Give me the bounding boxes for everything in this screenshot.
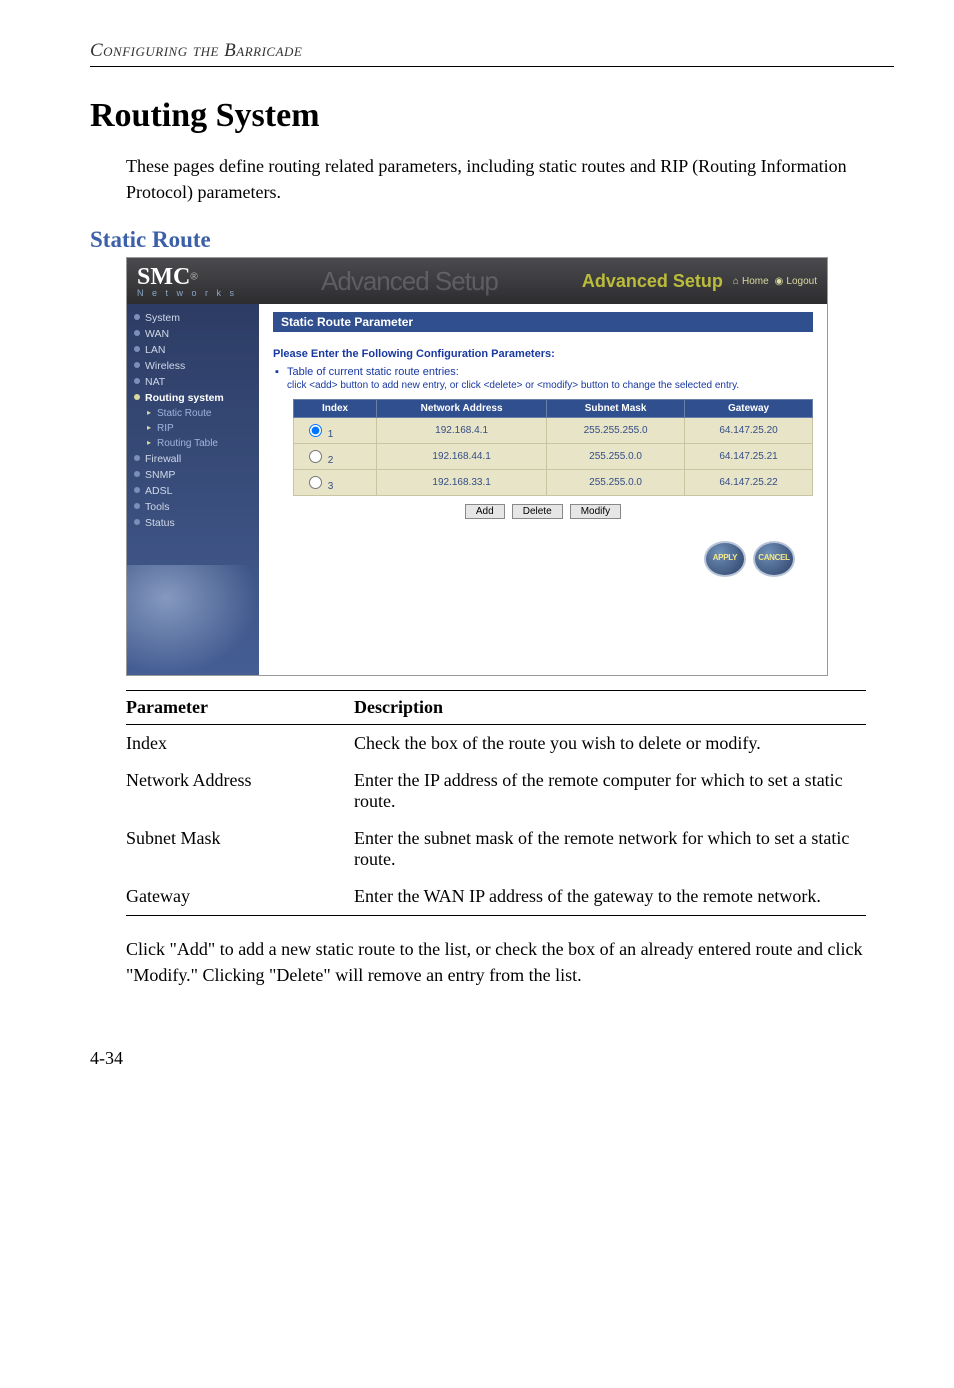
param-row: Gateway Enter the WAN IP address of the …: [126, 878, 866, 916]
content-panel: Static Route Parameter Please Enter the …: [259, 304, 827, 675]
cell-network: 192.168.33.1: [377, 470, 547, 496]
sidebar-sub-rip[interactable]: ▸RIP: [127, 421, 259, 436]
home-icon: ⌂: [733, 276, 739, 287]
sidebar-sub-routing-table[interactable]: ▸Routing Table: [127, 436, 259, 451]
config-prompt: Please Enter the Following Configuration…: [273, 348, 813, 360]
cell-gateway: 64.147.25.20: [685, 418, 813, 444]
sub-heading: Static Route: [90, 227, 894, 253]
parameter-table: Parameter Description Index Check the bo…: [126, 690, 866, 916]
brand-ghost-text: Advanced Setup: [321, 266, 498, 297]
param-desc: Enter the WAN IP address of the gateway …: [354, 878, 866, 916]
routes-table: Index Network Address Subnet Mask Gatewa…: [293, 399, 813, 496]
registered-icon: ®: [190, 271, 197, 282]
sidebar-item-status[interactable]: Status: [127, 515, 259, 531]
sidebar-item-wan[interactable]: WAN: [127, 326, 259, 342]
chevron-right-icon: ▸: [147, 438, 151, 447]
logo-text: SMC: [137, 264, 190, 290]
col-gateway: Gateway: [685, 400, 813, 418]
logo-subtext: N e t w o r k s: [137, 289, 237, 298]
col-subnet-mask: Subnet Mask: [547, 400, 685, 418]
closing-paragraph: Click "Add" to add a new static route to…: [126, 936, 894, 988]
sidebar-item-snmp[interactable]: SNMP: [127, 467, 259, 483]
cell-mask: 255.255.0.0: [547, 470, 685, 496]
sidebar-item-tools[interactable]: Tools: [127, 499, 259, 515]
sidebar: System WAN LAN Wireless NAT Routing syst…: [127, 304, 259, 675]
modify-button[interactable]: Modify: [570, 504, 621, 519]
sidebar-decorative-image: [127, 565, 259, 675]
header-rule: [90, 66, 894, 67]
param-name: Gateway: [126, 878, 354, 916]
cell-network: 192.168.44.1: [377, 444, 547, 470]
sidebar-item-adsl[interactable]: ADSL: [127, 483, 259, 499]
table-caption: Table of current static route entries:: [287, 366, 813, 378]
router-screenshot: SMC® N e t w o r k s Advanced Setup Adva…: [126, 257, 828, 676]
param-desc: Enter the subnet mask of the remote netw…: [354, 820, 866, 878]
sidebar-sub-static-route[interactable]: ▸Static Route: [127, 406, 259, 421]
sidebar-item-wireless[interactable]: Wireless: [127, 358, 259, 374]
route-select-radio[interactable]: [309, 476, 322, 489]
advanced-setup-label: Advanced Setup: [582, 271, 723, 292]
logout-icon: ◉: [775, 276, 784, 287]
table-row: 1 192.168.4.1 255.255.255.0 64.147.25.20: [294, 418, 813, 444]
delete-button[interactable]: Delete: [512, 504, 563, 519]
running-header: Configuring the Barricade: [90, 40, 894, 62]
cell-gateway: 64.147.25.22: [685, 470, 813, 496]
sidebar-item-nat[interactable]: NAT: [127, 374, 259, 390]
desc-header: Description: [354, 691, 866, 725]
chevron-right-icon: ▸: [147, 423, 151, 432]
sidebar-item-routing-system[interactable]: Routing system: [127, 390, 259, 406]
intro-paragraph: These pages define routing related param…: [126, 153, 894, 205]
cell-mask: 255.255.255.0: [547, 418, 685, 444]
sidebar-item-system[interactable]: System: [127, 310, 259, 326]
logo: SMC® N e t w o r k s: [137, 265, 237, 298]
apply-button[interactable]: APPLY: [704, 541, 746, 577]
table-row: 2 192.168.44.1 255.255.0.0 64.147.25.21: [294, 444, 813, 470]
param-name: Index: [126, 725, 354, 763]
param-name: Network Address: [126, 762, 354, 820]
sidebar-item-lan[interactable]: LAN: [127, 342, 259, 358]
param-header: Parameter: [126, 691, 354, 725]
main-heading: Routing System: [90, 97, 894, 135]
col-network-address: Network Address: [377, 400, 547, 418]
param-desc: Check the box of the route you wish to d…: [354, 725, 866, 763]
page-number: 4-34: [90, 1048, 894, 1069]
home-link[interactable]: ⌂Home: [733, 276, 769, 287]
hint-text: click <add> button to add new entry, or …: [287, 380, 813, 391]
sidebar-item-firewall[interactable]: Firewall: [127, 451, 259, 467]
route-select-radio[interactable]: [309, 450, 322, 463]
cell-gateway: 64.147.25.21: [685, 444, 813, 470]
logout-link[interactable]: ◉Logout: [775, 276, 817, 287]
cell-mask: 255.255.0.0: [547, 444, 685, 470]
route-select-radio[interactable]: [309, 424, 322, 437]
param-row: Subnet Mask Enter the subnet mask of the…: [126, 820, 866, 878]
panel-title: Static Route Parameter: [273, 312, 813, 332]
param-desc: Enter the IP address of the remote compu…: [354, 762, 866, 820]
add-button[interactable]: Add: [465, 504, 505, 519]
chevron-right-icon: ▸: [147, 408, 151, 417]
param-name: Subnet Mask: [126, 820, 354, 878]
param-row: Network Address Enter the IP address of …: [126, 762, 866, 820]
param-row: Index Check the box of the route you wis…: [126, 725, 866, 763]
col-index: Index: [294, 400, 377, 418]
screenshot-header: SMC® N e t w o r k s Advanced Setup Adva…: [127, 258, 827, 304]
cell-network: 192.168.4.1: [377, 418, 547, 444]
table-row: 3 192.168.33.1 255.255.0.0 64.147.25.22: [294, 470, 813, 496]
cancel-button[interactable]: CANCEL: [753, 541, 795, 577]
